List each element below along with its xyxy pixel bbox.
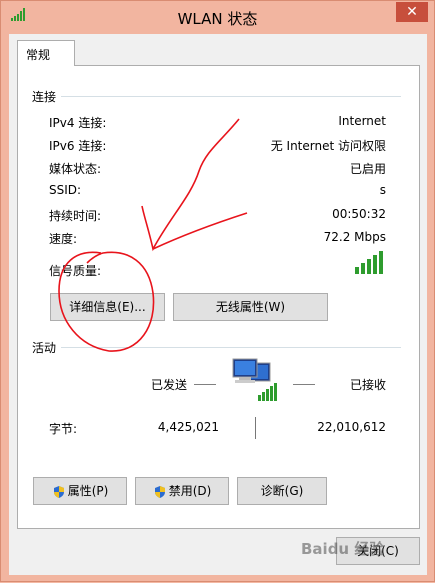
watermark: Baidu 经验 (301, 540, 385, 558)
activity-divider (61, 347, 401, 348)
diagnose-button[interactable]: 诊断(G) (237, 477, 327, 505)
signal-quality-label: 信号质量: (49, 264, 102, 278)
received-label: 已接收 (350, 378, 387, 392)
duration-label: 持续时间: (49, 209, 102, 223)
close-icon: ✕ (406, 4, 418, 20)
received-line (293, 384, 315, 385)
media-state-value: 已启用 (349, 162, 386, 176)
ssid-value: s (379, 183, 386, 197)
network-computers-icon (232, 358, 277, 401)
activity-group-header: 活动 (32, 341, 57, 355)
connection-divider (61, 96, 401, 97)
ipv6-value: 无 Internet 访问权限 (270, 139, 386, 153)
sent-line (194, 384, 216, 385)
diagnose-label: 诊断(G) (260, 484, 304, 498)
window-close-button[interactable]: ✕ (396, 2, 428, 22)
tab-general[interactable]: 常规 (17, 40, 75, 66)
wireless-properties-label: 无线属性(W) (215, 300, 286, 314)
title-bar[interactable]: WLAN 状态 ✕ (1, 1, 434, 33)
ipv4-value: Internet (338, 114, 386, 128)
ipv6-label: IPv6 连接: (49, 139, 107, 153)
bytes-label: 字节: (49, 422, 78, 436)
shield-icon (53, 485, 64, 498)
shield-icon (154, 485, 165, 498)
disable-button[interactable]: 禁用(D) (135, 477, 229, 505)
activity-vertical-divider (255, 417, 256, 439)
speed-label: 速度: (49, 232, 78, 246)
details-button[interactable]: 详细信息(E)... (50, 293, 165, 321)
bytes-sent-value: 4,425,021 (157, 420, 219, 434)
ssid-label: SSID: (49, 183, 82, 197)
properties-button[interactable]: 属性(P) (33, 477, 127, 505)
speed-value: 72.2 Mbps (323, 230, 386, 244)
disable-label: 禁用(D) (168, 484, 212, 498)
bytes-received-value: 22,010,612 (317, 420, 386, 434)
window-title: WLAN 状态 (177, 10, 258, 28)
wireless-properties-button[interactable]: 无线属性(W) (173, 293, 328, 321)
duration-value: 00:50:32 (332, 207, 386, 221)
details-button-label: 详细信息(E)... (69, 300, 146, 314)
wlan-status-window: WLAN 状态 ✕ 常规 连接 IPv4 连接: Internet IPv6 连… (0, 0, 435, 582)
connection-group-header: 连接 (32, 90, 57, 104)
media-state-label: 媒体状态: (49, 162, 102, 176)
sent-label: 已发送 (151, 378, 188, 392)
signal-strength-icon (355, 251, 383, 274)
properties-label: 属性(P) (67, 484, 109, 498)
ipv4-label: IPv4 连接: (49, 116, 107, 130)
